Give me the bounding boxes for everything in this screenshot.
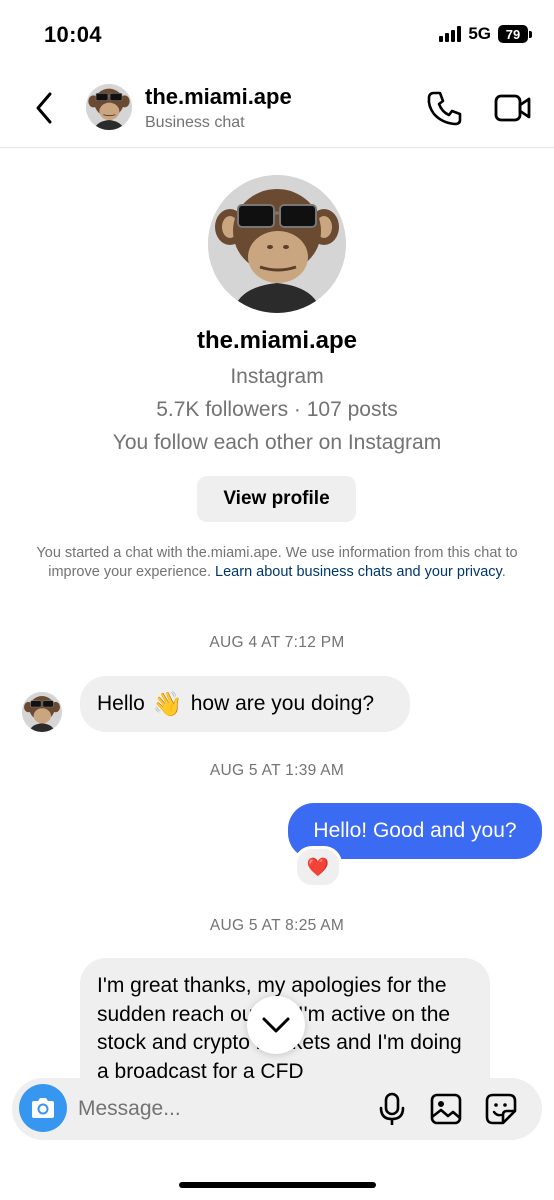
profile-stats: 5.7K followers · 107 posts — [156, 398, 398, 421]
ape-avatar-image — [208, 175, 346, 313]
battery-icon: 79 — [498, 25, 532, 43]
home-indicator — [179, 1182, 376, 1188]
ape-avatar-image — [86, 84, 132, 130]
video-camera-icon — [494, 94, 531, 122]
header-avatar[interactable] — [86, 84, 132, 130]
privacy-link[interactable]: Learn about business chats and your priv… — [215, 564, 502, 580]
profile-platform: Instagram — [230, 365, 324, 388]
incoming-message[interactable]: Hello 👋 how are you doing? — [80, 676, 410, 732]
message-text: Hello! Good and you? — [313, 819, 517, 842]
phone-icon — [427, 91, 462, 126]
voice-message-button[interactable] — [374, 1091, 410, 1127]
business-chat-notice: You started a chat with the.miami.ape. W… — [10, 544, 544, 581]
microphone-icon — [379, 1092, 405, 1125]
video-call-button[interactable] — [494, 90, 532, 126]
message-text: how are you doing? — [190, 692, 375, 715]
notice-end: . — [501, 563, 506, 580]
sticker-button[interactable] — [483, 1091, 519, 1127]
status-time: 10:04 — [44, 22, 102, 47]
chevron-down-icon — [262, 1017, 290, 1033]
view-profile-button[interactable]: View profile — [197, 476, 356, 522]
message-timestamp: AUG 5 AT 8:25 AM — [209, 917, 345, 934]
image-icon — [430, 1093, 462, 1125]
camera-button[interactable] — [19, 1084, 67, 1132]
gallery-button[interactable] — [428, 1091, 464, 1127]
status-indicators: 5G 79 — [439, 24, 532, 44]
profile-mutual-follow: You follow each other on Instagram — [112, 431, 442, 454]
message-timestamp: AUG 5 AT 1:39 AM — [209, 762, 345, 779]
back-button[interactable] — [28, 88, 64, 128]
camera-icon — [32, 1098, 54, 1118]
ape-avatar-image — [22, 692, 62, 732]
message-timestamp: AUG 4 AT 7:12 PM — [209, 634, 345, 651]
network-type: 5G — [468, 24, 491, 43]
voice-call-button[interactable] — [424, 88, 464, 128]
message-text: Hello — [97, 692, 145, 715]
chat-title[interactable]: the.miami.ape — [145, 84, 292, 110]
profile-name: the.miami.ape — [196, 327, 358, 354]
chat-subtitle: Business chat — [145, 114, 245, 131]
waving-hand-emoji: 👋 — [152, 690, 183, 718]
profile-avatar[interactable] — [208, 175, 346, 313]
chevron-left-icon — [36, 92, 52, 124]
scroll-to-bottom-button[interactable] — [247, 996, 305, 1054]
signal-icon — [439, 26, 462, 42]
message-input[interactable] — [78, 1092, 358, 1126]
battery-level: 79 — [498, 25, 528, 43]
header-divider — [0, 147, 554, 148]
heart-icon: ❤️ — [306, 856, 330, 877]
sender-avatar[interactable] — [22, 692, 62, 732]
heart-reaction[interactable]: ❤️ — [294, 846, 342, 888]
sticker-icon — [485, 1093, 517, 1125]
